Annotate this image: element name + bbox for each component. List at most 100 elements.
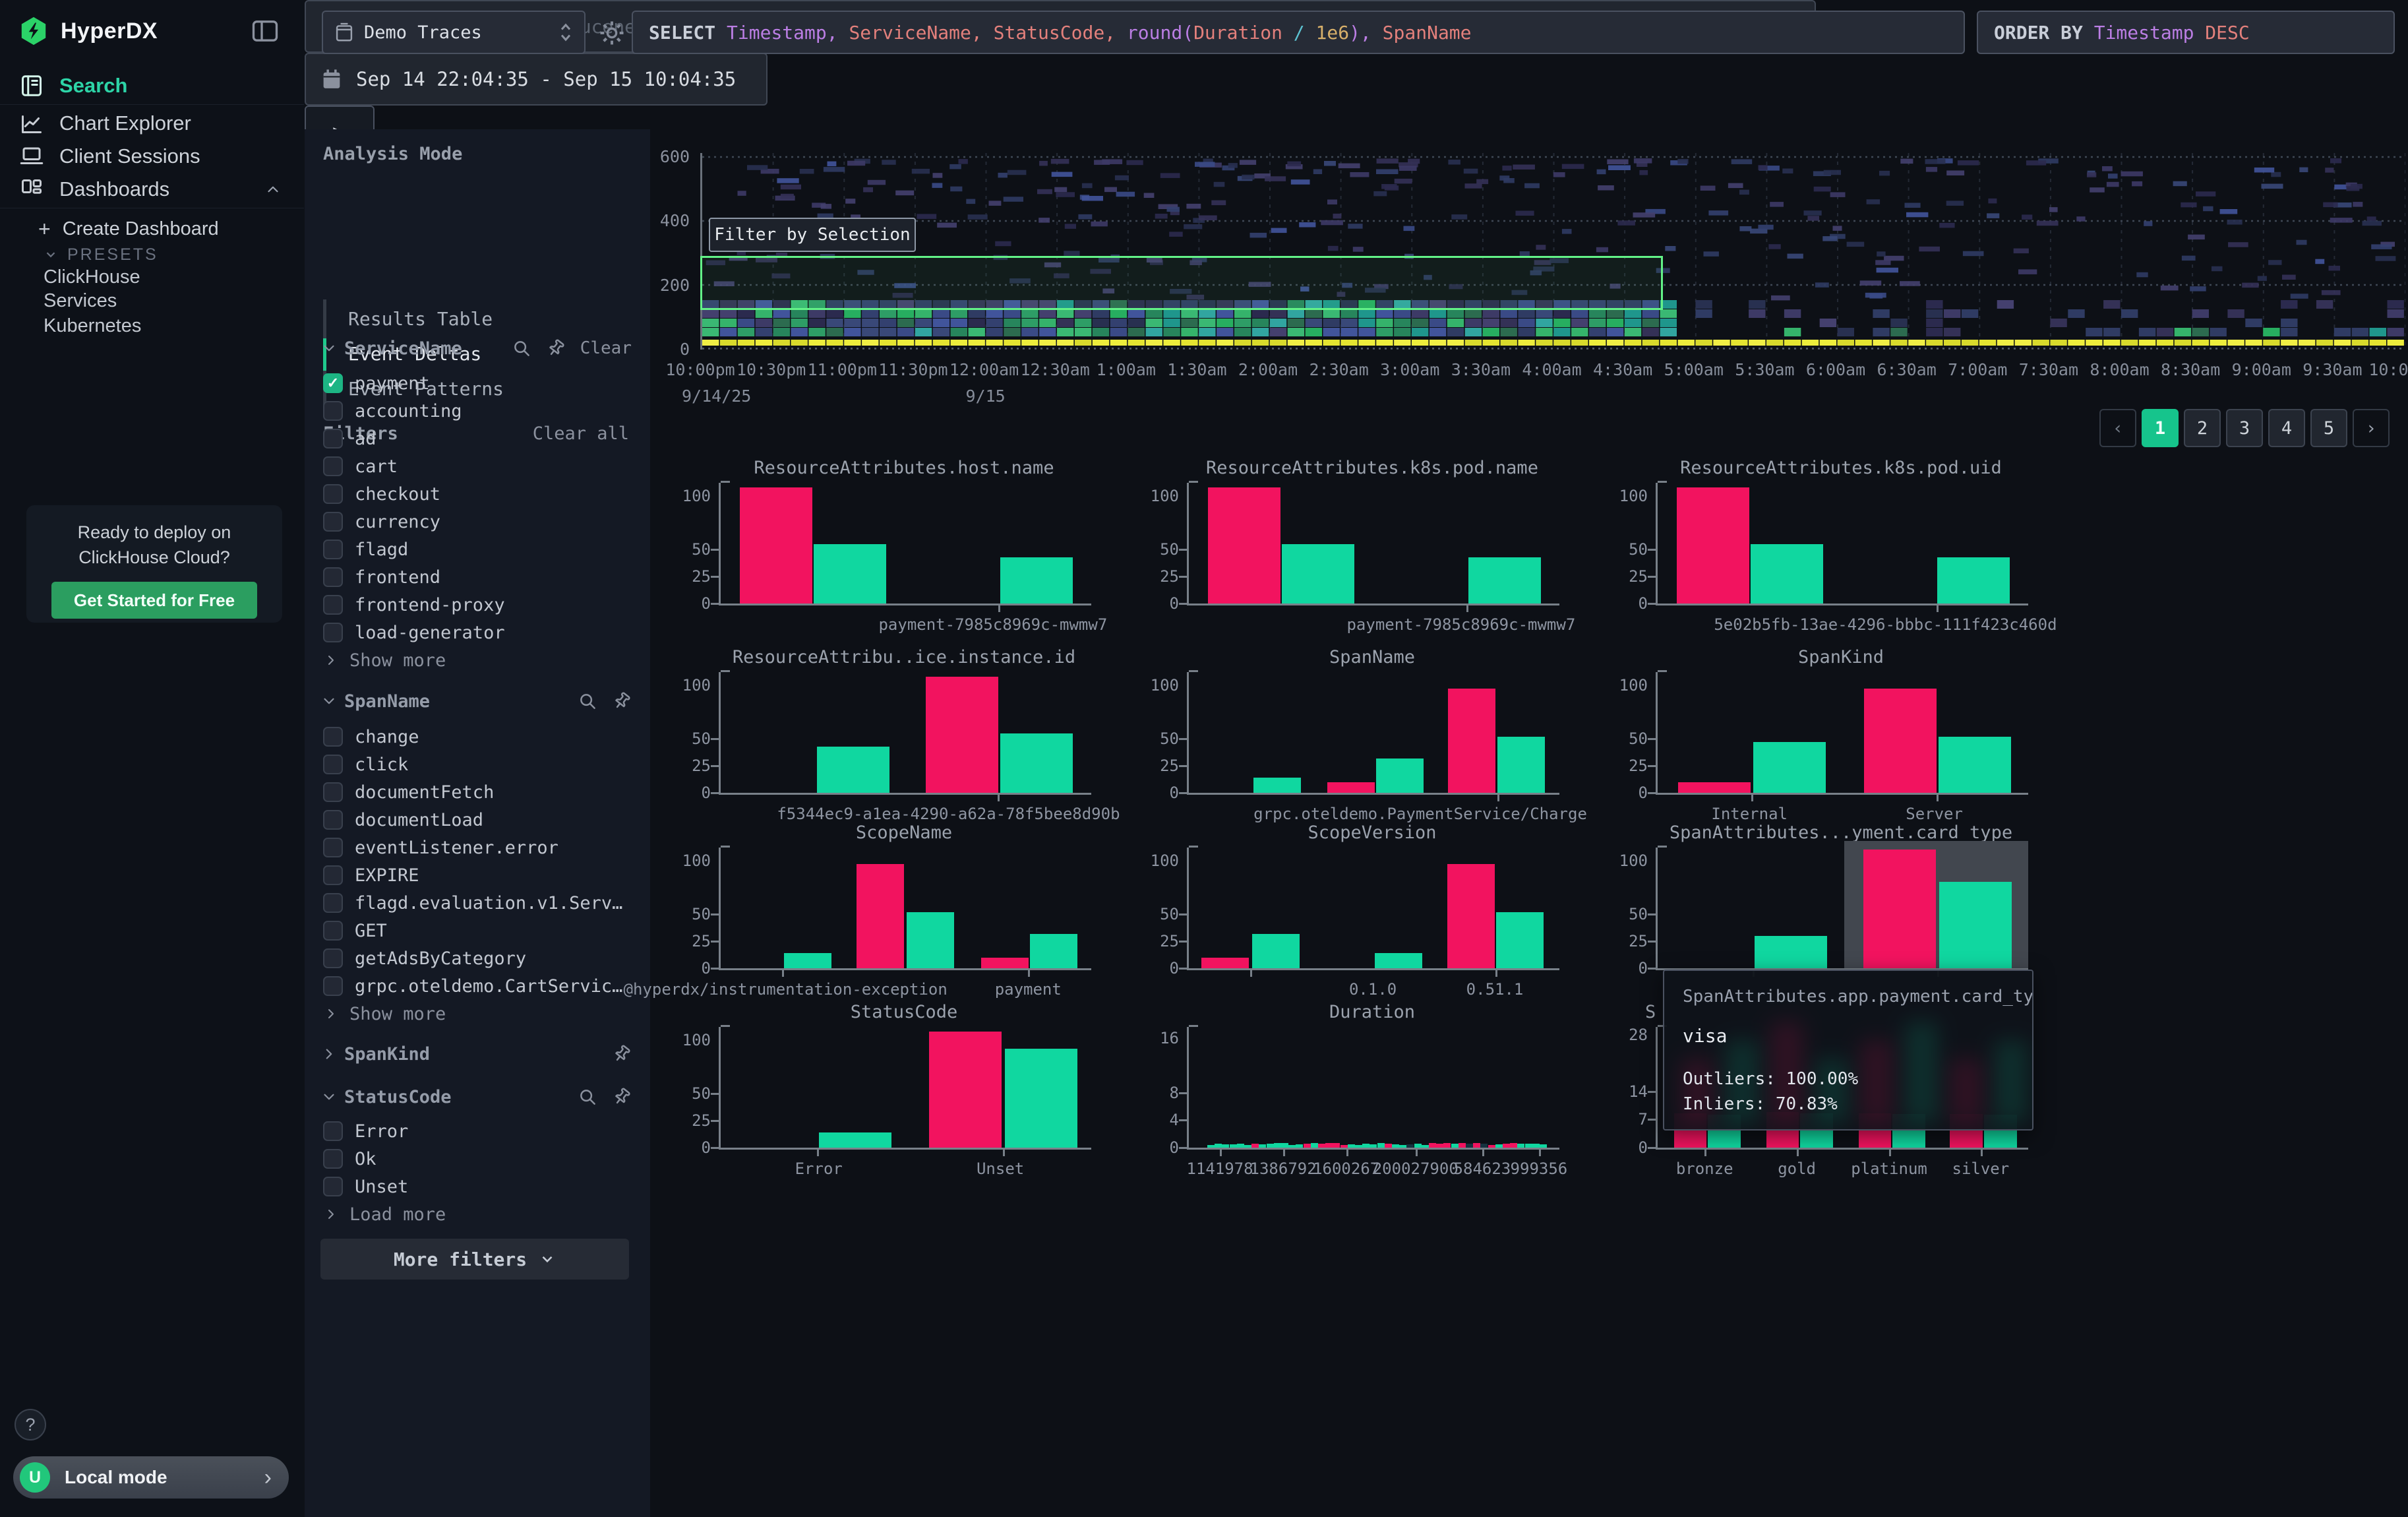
- order-by-input[interactable]: ORDER BY Timestamp DESC: [1977, 11, 2395, 54]
- pagination-page-2[interactable]: 2: [2184, 409, 2221, 447]
- inlier-bar[interactable]: [1753, 742, 1826, 793]
- pagination-next[interactable]: ›: [2353, 409, 2390, 447]
- checkbox[interactable]: [323, 755, 343, 774]
- chart-resourceattributes-host-name[interactable]: ResourceAttributes.host.name10050250paym…: [679, 458, 1089, 633]
- search-icon[interactable]: [512, 338, 531, 358]
- filter-group-header-statuscode[interactable]: StatusCode: [320, 1084, 632, 1110]
- preset-kubernetes[interactable]: Kubernetes: [44, 315, 141, 337]
- sidebar-item-client-sessions[interactable]: Client Sessions: [0, 140, 304, 173]
- filter-option-payment[interactable]: ✓payment: [323, 369, 626, 397]
- checkbox[interactable]: [323, 727, 343, 747]
- pin-icon[interactable]: [612, 1044, 632, 1064]
- inlier-bar[interactable]: [1252, 934, 1300, 968]
- checkbox[interactable]: [323, 456, 343, 476]
- sidebar-collapse-icon[interactable]: [252, 20, 278, 42]
- pagination-page-3[interactable]: 3: [2226, 409, 2263, 447]
- inlier-bar[interactable]: [1751, 544, 1823, 604]
- filter-option-load-generator[interactable]: load-generator: [323, 619, 626, 646]
- inlier-bar[interactable]: [819, 1132, 891, 1148]
- pin-icon[interactable]: [612, 691, 632, 711]
- checkbox[interactable]: [323, 921, 343, 941]
- chart-resourceattributes-k8s-pod-uid[interactable]: ResourceAttributes.k8s.pod.uid100502505e…: [1616, 458, 2026, 633]
- more-filters-button[interactable]: More filters: [320, 1239, 629, 1280]
- filter-option-expire[interactable]: EXPIRE: [323, 861, 626, 889]
- inlier-bar[interactable]: [1468, 557, 1541, 604]
- outlier-bar[interactable]: [1678, 782, 1751, 793]
- outlier-bar[interactable]: [926, 677, 998, 793]
- filter-by-selection-button[interactable]: Filter by Selection: [709, 218, 916, 252]
- pagination-prev[interactable]: ‹: [2099, 409, 2136, 447]
- inlier-bar[interactable]: [1375, 953, 1422, 968]
- checkbox[interactable]: [323, 1149, 343, 1169]
- inlier-bar[interactable]: [1000, 733, 1073, 793]
- filter-option-cart[interactable]: cart: [323, 452, 626, 480]
- filter-option-get[interactable]: GET: [323, 917, 626, 944]
- sidebar-item-dashboards[interactable]: Dashboards: [0, 173, 304, 206]
- filter-option-flagd[interactable]: flagd: [323, 536, 626, 563]
- chart-plot[interactable]: [1656, 848, 2028, 970]
- outlier-bar[interactable]: [1201, 958, 1249, 968]
- chart-resourceattributes-k8s-pod-name[interactable]: ResourceAttributes.k8s.pod.name10050250p…: [1147, 458, 1557, 633]
- outlier-bar[interactable]: [981, 958, 1029, 968]
- checkbox[interactable]: [323, 893, 343, 913]
- show-more-button[interactable]: Show more: [323, 1001, 446, 1026]
- pin-icon[interactable]: [612, 1087, 632, 1107]
- help-button[interactable]: ?: [15, 1409, 46, 1440]
- chart-spanname[interactable]: SpanName10050250grpc.oteldemo.PaymentSer…: [1147, 647, 1557, 822]
- inlier-bar[interactable]: [1937, 557, 2010, 604]
- checkbox[interactable]: [323, 838, 343, 857]
- checkbox[interactable]: [323, 865, 343, 885]
- chart-scopeversion[interactable]: ScopeVersion100502500.1.00.51.1: [1147, 822, 1557, 998]
- show-more-button[interactable]: Show more: [323, 648, 446, 673]
- checkbox[interactable]: [323, 782, 343, 802]
- preset-clickhouse[interactable]: ClickHouse: [44, 266, 140, 288]
- inlier-bar[interactable]: [1253, 778, 1301, 793]
- outlier-bar[interactable]: [857, 864, 904, 969]
- filter-option-documentload[interactable]: documentLoad: [323, 806, 626, 834]
- outlier-bar[interactable]: [1447, 864, 1495, 969]
- chart-plot[interactable]: [1656, 672, 2028, 795]
- filter-option-grpc-oteldemo-cartservic-[interactable]: grpc.oteldemo.CartServic…: [323, 972, 626, 1000]
- outlier-bar[interactable]: [1327, 782, 1375, 793]
- inlier-bar[interactable]: [814, 544, 886, 604]
- sidebar-item-chart-explorer[interactable]: Chart Explorer: [0, 107, 304, 140]
- gear-icon[interactable]: [599, 20, 625, 46]
- inlier-bar[interactable]: [1030, 934, 1077, 968]
- inlier-bar[interactable]: [1939, 882, 2012, 968]
- inlier-bar[interactable]: [1000, 557, 1073, 604]
- pagination-page-5[interactable]: 5: [2310, 409, 2347, 447]
- checkbox[interactable]: [323, 401, 343, 421]
- filter-option-documentfetch[interactable]: documentFetch: [323, 778, 626, 806]
- filter-option-unset[interactable]: Unset: [323, 1173, 626, 1200]
- pagination-page-4[interactable]: 4: [2268, 409, 2305, 447]
- get-started-button[interactable]: Get Started for Free: [51, 582, 257, 619]
- checkbox[interactable]: [323, 512, 343, 532]
- outlier-bar[interactable]: [1448, 689, 1495, 793]
- chart-plot[interactable]: [1656, 483, 2028, 605]
- outlier-bar[interactable]: [929, 1032, 1002, 1148]
- load-more-button[interactable]: Load more: [323, 1202, 446, 1227]
- pin-icon[interactable]: [546, 338, 566, 358]
- outlier-bar[interactable]: [1863, 850, 1936, 968]
- inlier-bar[interactable]: [1939, 737, 2011, 793]
- filter-option-ok[interactable]: Ok: [323, 1145, 626, 1173]
- filter-group-header-spanname[interactable]: SpanName: [320, 688, 632, 714]
- outlier-bar[interactable]: [1208, 487, 1280, 604]
- analysis-mode-results-table[interactable]: Results Table: [348, 302, 493, 336]
- chart-duration[interactable]: Duration16840114197813867921600267200027…: [1147, 1002, 1557, 1177]
- checkbox[interactable]: [323, 484, 343, 504]
- chart-spankind[interactable]: SpanKind10050250InternalServer: [1616, 647, 2026, 822]
- chart-plot[interactable]: [1187, 483, 1559, 605]
- select-query-input[interactable]: SELECT Timestamp, ServiceName, StatusCod…: [632, 11, 1965, 54]
- filter-option-ad[interactable]: ad: [323, 425, 626, 452]
- inlier-bar[interactable]: [1376, 758, 1424, 793]
- chart-plot[interactable]: [719, 848, 1091, 970]
- filter-group-header-servicename[interactable]: ServiceNameClear: [320, 335, 632, 361]
- outlier-bar[interactable]: [740, 487, 812, 604]
- checkbox[interactable]: [323, 1177, 343, 1196]
- filter-option-click[interactable]: click: [323, 751, 626, 778]
- filter-clear-button[interactable]: Clear: [580, 338, 632, 358]
- checkbox[interactable]: [323, 1121, 343, 1141]
- chart-resourceattribu-ice-instance-id[interactable]: ResourceAttribu..ice.instance.id10050250…: [679, 647, 1089, 822]
- outlier-bar[interactable]: [1864, 689, 1937, 793]
